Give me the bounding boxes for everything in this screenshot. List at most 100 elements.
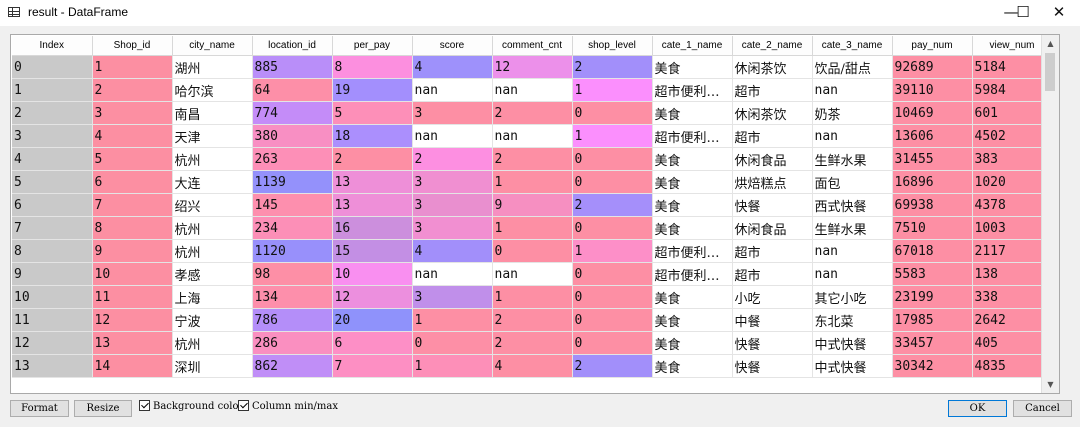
column-header[interactable]: pay_num [892, 36, 973, 56]
table-cell[interactable]: 快餐 [732, 354, 813, 378]
table-cell[interactable]: nan [412, 124, 493, 148]
table-cell[interactable]: nan [812, 262, 893, 286]
table-cell[interactable]: 2 [572, 193, 653, 217]
table-cell[interactable]: 绍兴 [172, 193, 253, 217]
table-cell[interactable]: 0 [572, 262, 653, 286]
table-cell[interactable]: 13 [332, 193, 413, 217]
format-button[interactable]: Format [10, 400, 69, 417]
table-cell[interactable]: 2 [92, 78, 173, 102]
table-cell[interactable]: 2 [492, 308, 573, 332]
table-cell[interactable]: 中式快餐 [812, 331, 893, 355]
column-minmax-checkbox[interactable]: Column min/max [238, 400, 338, 415]
table-cell[interactable]: 美食 [652, 354, 733, 378]
close-button[interactable]: ✕ [1038, 0, 1080, 26]
table-cell[interactable]: 超市便利… [652, 124, 733, 148]
column-header[interactable]: score [412, 36, 493, 56]
table-cell[interactable]: 休闲食品 [732, 147, 813, 171]
table-cell[interactable]: nan [412, 262, 493, 286]
table-cell[interactable]: 4 [412, 55, 493, 79]
table-cell[interactable]: 13606 [892, 124, 973, 148]
checkbox-checked-icon[interactable] [238, 400, 249, 411]
table-cell[interactable]: 3 [412, 101, 493, 125]
table-cell[interactable]: 1139 [252, 170, 333, 194]
table-cell[interactable]: 南昌 [172, 101, 253, 125]
table-cell[interactable]: 67018 [892, 239, 973, 263]
table-cell[interactable]: 1 [572, 78, 653, 102]
table-cell[interactable]: 138 [972, 262, 1053, 286]
table-cell[interactable]: 30342 [892, 354, 973, 378]
table-cell[interactable]: 2117 [972, 239, 1053, 263]
table-cell[interactable]: 西式快餐 [812, 193, 893, 217]
table-cell[interactable]: 饮品/甜点 [812, 55, 893, 79]
table-cell[interactable]: 2 [492, 147, 573, 171]
table-cell[interactable]: 5 [92, 147, 173, 171]
table-cell[interactable]: 39110 [892, 78, 973, 102]
table-cell[interactable]: 1020 [972, 170, 1053, 194]
table-cell[interactable]: 6 [332, 331, 413, 355]
table-cell[interactable]: 1 [572, 124, 653, 148]
table-cell[interactable]: 16 [332, 216, 413, 240]
table-cell[interactable]: 10469 [892, 101, 973, 125]
table-cell[interactable]: 263 [252, 147, 333, 171]
table-cell[interactable]: 286 [252, 331, 333, 355]
table-cell[interactable]: 16896 [892, 170, 973, 194]
scroll-down-icon[interactable]: ▼ [1042, 376, 1059, 393]
table-cell[interactable]: 12 [332, 285, 413, 309]
table-cell[interactable]: 6 [92, 170, 173, 194]
table-cell[interactable]: 7 [332, 354, 413, 378]
table-cell[interactable]: nan [492, 124, 573, 148]
column-header[interactable]: Index [12, 36, 93, 56]
table-cell[interactable]: 0 [412, 331, 493, 355]
table-cell[interactable]: 超市 [732, 239, 813, 263]
table-cell[interactable]: 12 [92, 308, 173, 332]
table-cell[interactable]: nan [492, 78, 573, 102]
table-cell[interactable]: 快餐 [732, 331, 813, 355]
table-cell[interactable]: 生鲜水果 [812, 147, 893, 171]
table-cell[interactable]: 超市便利… [652, 78, 733, 102]
column-header[interactable]: cate_1_name [652, 36, 733, 56]
table-cell[interactable]: 13 [92, 331, 173, 355]
table-cell[interactable]: 601 [972, 101, 1053, 125]
table-cell[interactable]: 0 [572, 170, 653, 194]
table-cell[interactable]: 380 [252, 124, 333, 148]
table-cell[interactable]: 383 [972, 147, 1053, 171]
table-cell[interactable]: 0 [492, 239, 573, 263]
table-cell[interactable]: 2 [492, 331, 573, 355]
table-cell[interactable]: 7 [92, 193, 173, 217]
table-cell[interactable]: 12 [492, 55, 573, 79]
column-header[interactable]: location_id [252, 36, 333, 56]
table-cell[interactable]: 休闲茶饮 [732, 101, 813, 125]
table-cell[interactable]: 2 [572, 354, 653, 378]
table-cell[interactable]: 774 [252, 101, 333, 125]
table-cell[interactable]: 美食 [652, 308, 733, 332]
table-cell[interactable]: 美食 [652, 216, 733, 240]
table-cell[interactable]: nan [492, 262, 573, 286]
table-cell[interactable]: 5 [332, 101, 413, 125]
table-cell[interactable]: 234 [252, 216, 333, 240]
table-cell[interactable]: nan [812, 78, 893, 102]
table-cell[interactable]: 其它小吃 [812, 285, 893, 309]
table-cell[interactable]: 1120 [252, 239, 333, 263]
table-cell[interactable]: 杭州 [172, 239, 253, 263]
table-cell[interactable]: 0 [572, 147, 653, 171]
table-cell[interactable]: 美食 [652, 55, 733, 79]
table-cell[interactable]: 杭州 [172, 147, 253, 171]
table-cell[interactable]: 0 [572, 216, 653, 240]
table-cell[interactable]: 19 [332, 78, 413, 102]
table-cell[interactable]: 大连 [172, 170, 253, 194]
table-cell[interactable]: nan [812, 239, 893, 263]
table-cell[interactable]: 4502 [972, 124, 1053, 148]
table-cell[interactable]: 92689 [892, 55, 973, 79]
table-cell[interactable]: 湖州 [172, 55, 253, 79]
table-cell[interactable]: 64 [252, 78, 333, 102]
table-cell[interactable]: 孝感 [172, 262, 253, 286]
table-cell[interactable]: 10 [332, 262, 413, 286]
table-cell[interactable]: 1 [412, 308, 493, 332]
table-cell[interactable]: 1 [492, 170, 573, 194]
table-cell[interactable]: 美食 [652, 170, 733, 194]
table-cell[interactable]: 深圳 [172, 354, 253, 378]
table-cell[interactable]: 美食 [652, 193, 733, 217]
column-header[interactable]: view_num [972, 36, 1053, 56]
table-cell[interactable]: 23199 [892, 285, 973, 309]
table-cell[interactable]: 2642 [972, 308, 1053, 332]
